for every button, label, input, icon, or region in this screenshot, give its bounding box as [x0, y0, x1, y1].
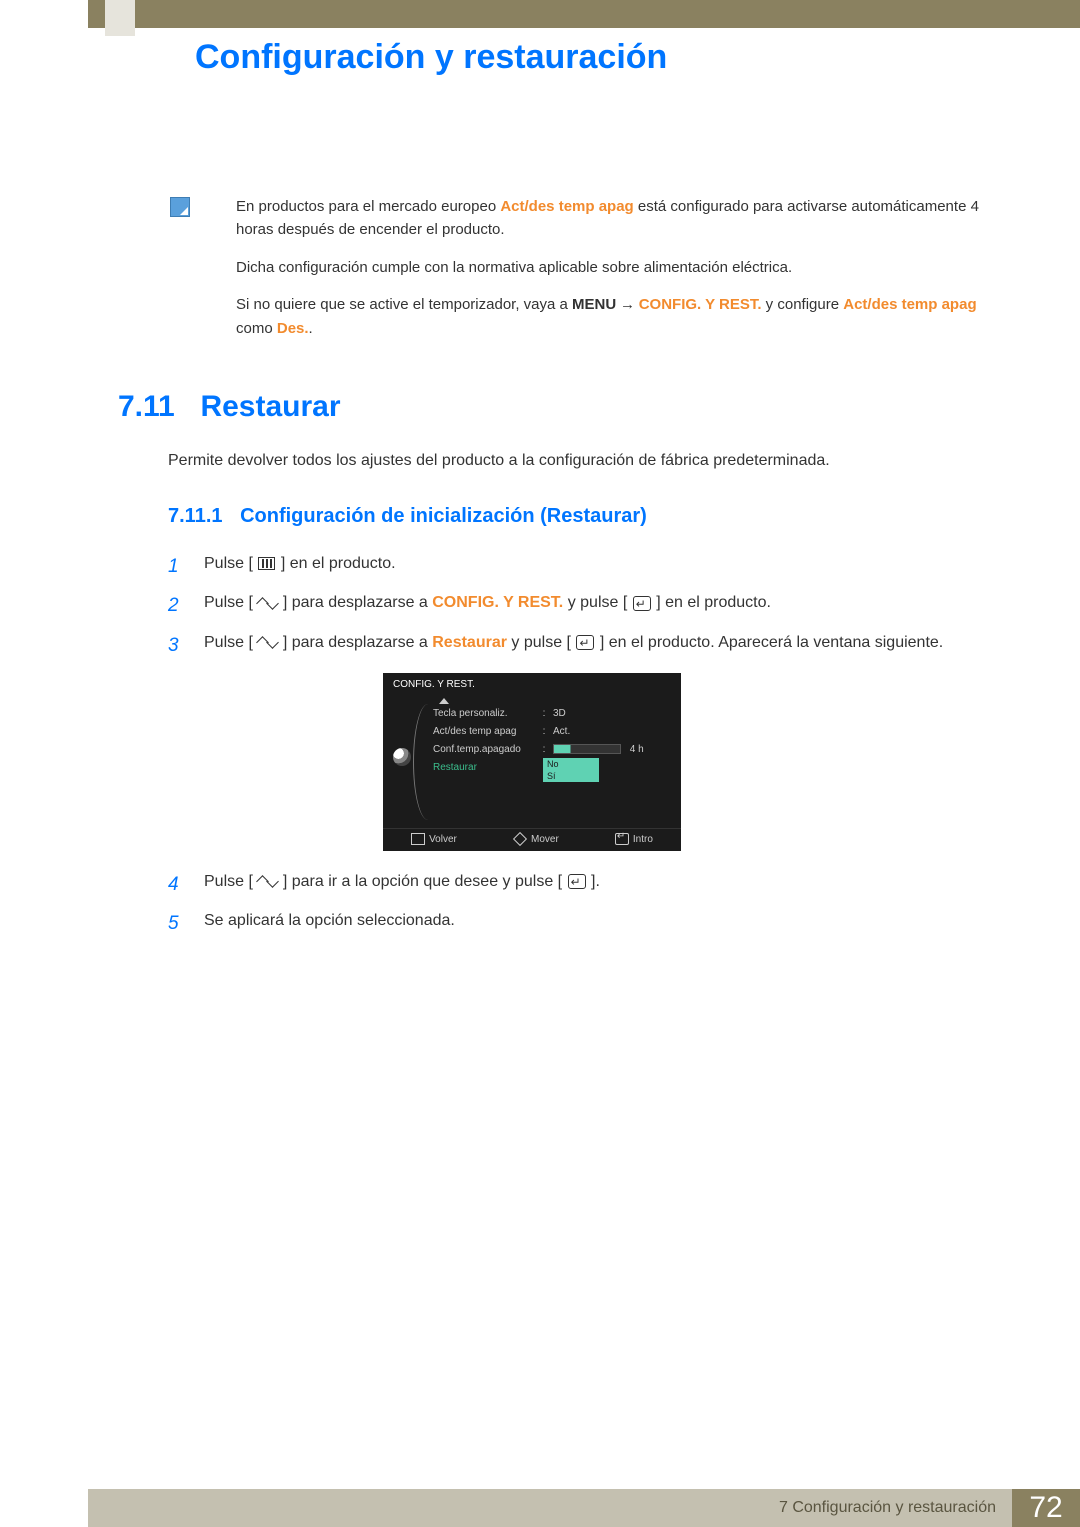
osd-value: 3D — [547, 708, 566, 719]
osd-label: Restaurar — [433, 762, 541, 773]
menu-button-icon — [258, 557, 275, 570]
osd-footer: Volver Mover Intro — [383, 828, 681, 845]
step-text: Pulse [ ] para ir a la opción que desee … — [204, 870, 1000, 899]
text: ] en el producto. Aparecerá la ventana s… — [600, 634, 943, 651]
steps-list-lower: 4 Pulse [ ] para ir a la opción que dese… — [168, 870, 1000, 949]
updown-icon — [258, 599, 277, 608]
osd-hint-move: Mover — [513, 833, 559, 845]
note-paragraph-3: Si no quiere que se active el temporizad… — [236, 293, 1000, 341]
text: y configure — [762, 296, 844, 313]
text: Si no quiere que se active el temporizad… — [236, 296, 572, 313]
steps-list-upper: 1 Pulse [ ] en el producto. 2 Pulse [ ] … — [168, 552, 1000, 670]
text: como — [236, 320, 277, 337]
osd-dropdown: No Sí — [543, 758, 599, 782]
footer-chapter: 7 Configuración y restauración — [88, 1489, 1012, 1527]
osd-body: Tecla personaliz. : 3D Act/des temp apag… — [383, 696, 681, 828]
section-number: 7.11 — [118, 390, 196, 424]
up-arrow-icon — [439, 698, 449, 704]
note-block: En productos para el mercado europeo Act… — [200, 195, 1000, 354]
step-number: 3 — [168, 631, 204, 660]
osd-curve — [413, 704, 428, 820]
step-text: Pulse [ ] en el producto. — [204, 552, 1000, 581]
diamond-icon — [513, 832, 527, 846]
updown-icon — [258, 877, 277, 886]
enter-icon — [576, 635, 594, 650]
emphasis: CONFIG. Y REST. — [432, 594, 563, 611]
text: ] para desplazarse a — [283, 634, 432, 651]
note-paragraph-1: En productos para el mercado europeo Act… — [236, 195, 1000, 242]
text: y pulse [ — [507, 634, 571, 651]
subsection-heading: 7.11.1 Configuración de inicialización (… — [168, 505, 647, 528]
text: y pulse [ — [563, 594, 627, 611]
emphasis: Act/des temp apag — [500, 198, 633, 215]
text: Pulse [ — [204, 594, 253, 611]
subsection-number: 7.11.1 — [168, 505, 223, 527]
text: Pulse [ — [204, 634, 253, 651]
page-footer: 7 Configuración y restauración 72 — [88, 1489, 1080, 1527]
note-paragraph-2: Dicha configuración cumple con la normat… — [236, 256, 1000, 279]
updown-icon — [258, 638, 277, 647]
enter-icon — [615, 833, 629, 845]
text: En productos para el mercado europeo — [236, 198, 500, 215]
step-1: 1 Pulse [ ] en el producto. — [168, 552, 1000, 581]
step-5: 5 Se aplicará la opción seleccionada. — [168, 909, 1000, 938]
osd-hint-enter: Intro — [615, 833, 653, 845]
osd-row: Conf.temp.apagado : 4 h — [433, 744, 671, 755]
step-3: 3 Pulse [ ] para desplazarse a Restaurar… — [168, 631, 1000, 660]
emphasis: Des. — [277, 320, 309, 337]
osd-value: 4 h — [547, 744, 644, 755]
text: Pulse [ — [204, 555, 253, 572]
section-heading: 7.11 Restaurar — [118, 390, 341, 424]
gear-icon — [393, 748, 411, 766]
section-title: Restaurar — [200, 390, 340, 423]
step-number: 4 — [168, 870, 204, 899]
hint-label: Mover — [531, 834, 559, 845]
text: ] para ir a la opción que desee y pulse … — [283, 873, 562, 890]
top-tab — [105, 0, 135, 36]
step-number: 5 — [168, 909, 204, 938]
slider-icon — [553, 744, 621, 754]
osd-title: CONFIG. Y REST. — [383, 673, 681, 696]
step-2: 2 Pulse [ ] para desplazarse a CONFIG. Y… — [168, 591, 1000, 620]
note-icon — [170, 197, 190, 217]
emphasis: Restaurar — [432, 634, 507, 651]
hint-label: Intro — [633, 834, 653, 845]
osd-label: Tecla personaliz. — [433, 708, 541, 719]
text: . — [309, 320, 313, 337]
slider-value: 4 h — [630, 744, 644, 755]
dropdown-option: No — [543, 758, 599, 770]
step-number: 2 — [168, 591, 204, 620]
dropdown-option: Sí — [543, 770, 599, 782]
step-number: 1 — [168, 552, 204, 581]
page-title: Configuración y restauración — [195, 38, 667, 77]
step-text: Pulse [ ] para desplazarse a Restaurar y… — [204, 631, 1000, 660]
section-intro: Permite devolver todos los ajustes del p… — [168, 452, 1000, 470]
footer-page-number: 72 — [1012, 1489, 1080, 1527]
text: Pulse [ — [204, 873, 253, 890]
emphasis: CONFIG. Y REST. — [639, 296, 762, 313]
text: ] en el producto. — [656, 594, 771, 611]
osd-row: Act/des temp apag : Act. — [433, 726, 671, 737]
enter-icon — [568, 874, 586, 889]
menu-label: MENU — [572, 296, 616, 313]
step-text: Pulse [ ] para desplazarse a CONFIG. Y R… — [204, 591, 1000, 620]
text: ]. — [591, 873, 600, 890]
menu-button-icon — [411, 833, 425, 845]
subsection-title: Configuración de inicialización (Restaur… — [240, 505, 647, 527]
enter-icon — [633, 596, 651, 611]
arrow-icon: → — [616, 297, 639, 313]
step-text: Se aplicará la opción seleccionada. — [204, 909, 1000, 938]
hint-label: Volver — [429, 834, 457, 845]
osd-value: Act. — [547, 726, 570, 737]
osd-hint-back: Volver — [411, 833, 457, 845]
emphasis: Act/des temp apag — [843, 296, 976, 313]
osd-label: Act/des temp apag — [433, 726, 541, 737]
text: ] en el producto. — [281, 555, 396, 572]
text: ] para desplazarse a — [283, 594, 432, 611]
osd-row: Tecla personaliz. : 3D — [433, 708, 671, 719]
top-bar — [88, 0, 1080, 28]
step-4: 4 Pulse [ ] para ir a la opción que dese… — [168, 870, 1000, 899]
osd-screenshot: CONFIG. Y REST. Tecla personaliz. : 3D A… — [383, 673, 681, 851]
osd-label: Conf.temp.apagado — [433, 744, 541, 755]
